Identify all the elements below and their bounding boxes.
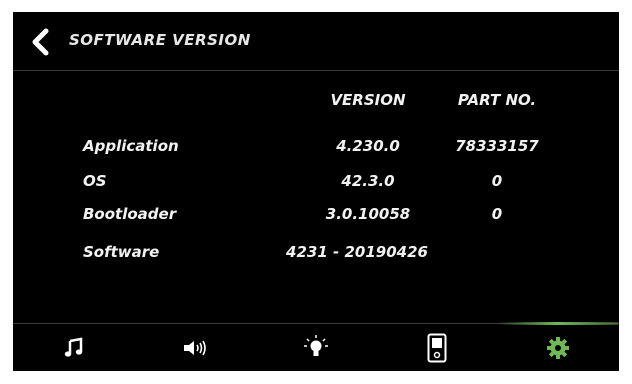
music-note-icon bbox=[64, 337, 82, 357]
row-part-no: 0 bbox=[491, 172, 503, 190]
row-version: 42.3.0 bbox=[341, 172, 395, 190]
row-label: Application bbox=[83, 137, 179, 155]
light-bulb-icon bbox=[303, 335, 328, 356]
bottom-nav bbox=[13, 322, 619, 371]
row-part-no: 0 bbox=[491, 205, 503, 223]
row-part-no: 78333157 bbox=[455, 137, 539, 155]
row-label: OS bbox=[83, 172, 107, 190]
nav-item-settings[interactable] bbox=[497, 322, 618, 371]
row-version: 4.230.0 bbox=[336, 137, 400, 155]
speaker-volume-icon bbox=[183, 340, 206, 356]
row-label: Software bbox=[83, 243, 160, 261]
nav-item-audio[interactable] bbox=[134, 324, 255, 371]
column-header-version: VERSION bbox=[330, 91, 406, 109]
column-header-part-no: PART NO. bbox=[457, 91, 537, 109]
row-label: Bootloader bbox=[83, 205, 177, 223]
gear-icon bbox=[546, 337, 569, 359]
active-indicator bbox=[497, 322, 618, 325]
row-version: 3.0.10058 bbox=[325, 205, 411, 223]
device-screen: SOFTWARE VERSION VERSION PART NO. Applic… bbox=[13, 12, 619, 371]
version-table: VERSION PART NO. Application 4.230.0 783… bbox=[13, 12, 619, 312]
nav-item-switch[interactable] bbox=[376, 324, 497, 371]
row-version: 4231 - 20190426 bbox=[286, 243, 428, 261]
nav-item-lighting[interactable] bbox=[255, 324, 376, 371]
nav-item-music[interactable] bbox=[13, 324, 134, 371]
switch-panel-icon bbox=[427, 333, 446, 363]
